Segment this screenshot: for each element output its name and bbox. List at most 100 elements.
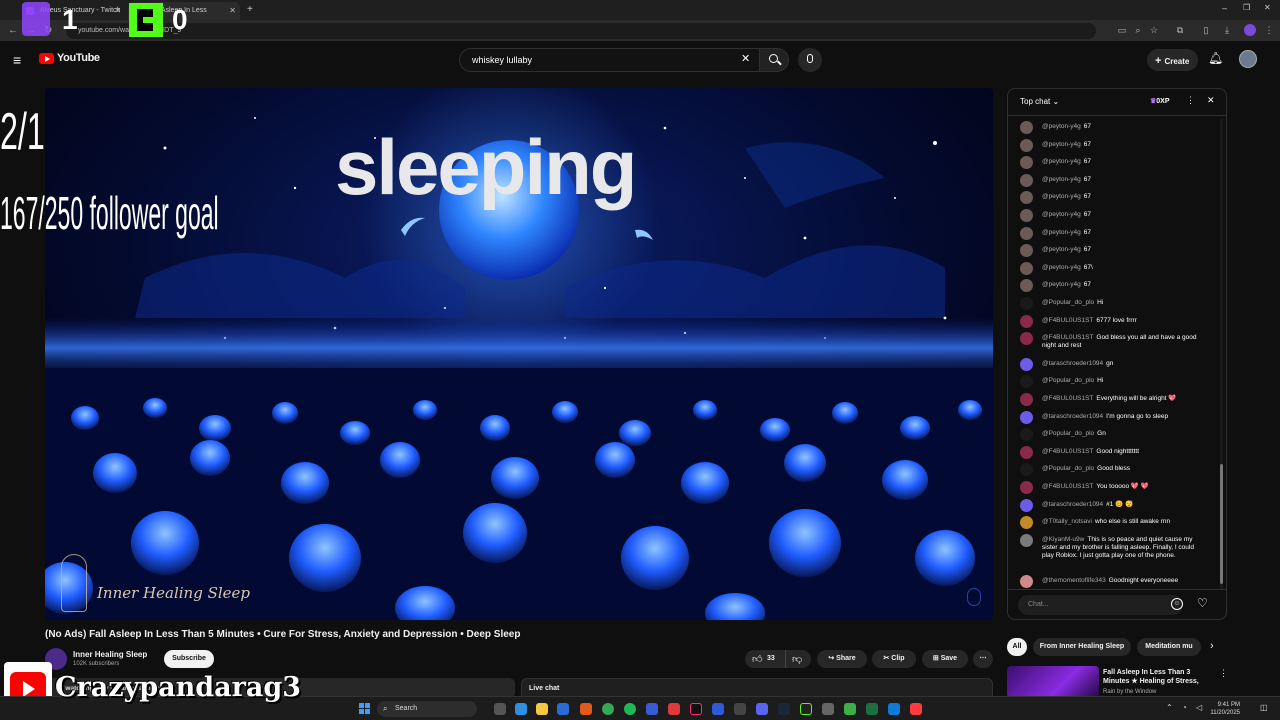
clock[interactable]: 9:41 PM 11/20/2025 — [1210, 701, 1240, 717]
chat-author[interactable]: @peyton-y4g — [1042, 246, 1081, 253]
heart-reaction-icon[interactable]: ♡ — [1197, 596, 1208, 610]
app-icon[interactable] — [580, 703, 592, 715]
chat-author[interactable]: @peyton-y4g — [1042, 193, 1081, 200]
windows-start-icon[interactable] — [359, 703, 370, 714]
chip-meditation[interactable]: Meditation mu — [1137, 638, 1201, 656]
chat-avatar[interactable] — [1020, 191, 1033, 205]
youtube-logo-icon[interactable] — [39, 53, 54, 64]
chip-all[interactable]: All — [1007, 638, 1027, 656]
chat-author[interactable]: @peyton-y4g — [1042, 264, 1081, 271]
chat-author[interactable]: @F4BUL0US1ST — [1042, 334, 1093, 341]
create-button[interactable]: + Create — [1147, 49, 1198, 71]
task-view-icon[interactable] — [494, 703, 506, 715]
chat-author[interactable]: @peyton-y4g — [1042, 158, 1081, 165]
tiktok-icon[interactable] — [690, 703, 702, 715]
store-icon[interactable] — [557, 703, 569, 715]
chat-scroll-thumb[interactable] — [1220, 464, 1223, 584]
chat-author[interactable]: @peyton-y4g — [1042, 123, 1081, 130]
maximize-icon[interactable]: ❐ — [1243, 3, 1250, 12]
chat-author[interactable]: @themomentoflife343 — [1042, 577, 1106, 584]
chat-avatar[interactable] — [1020, 357, 1033, 371]
share-button[interactable]: ↪ Share — [817, 650, 867, 668]
video-player[interactable]: sleeping Inner Healing Sleep — [45, 88, 993, 620]
xbox-icon[interactable] — [866, 703, 878, 715]
profile-avatar[interactable] — [1244, 24, 1256, 36]
chat-avatar[interactable] — [1020, 393, 1033, 406]
volume-icon[interactable]: ◁ — [1196, 703, 1202, 712]
download-icon[interactable]: ⤓ — [1222, 25, 1232, 35]
search-input[interactable]: whiskey lullaby — [459, 48, 760, 72]
edge-icon[interactable] — [515, 703, 527, 715]
app-icon[interactable] — [646, 703, 658, 715]
chat-author[interactable]: @peyton-y4g — [1042, 281, 1081, 288]
spotify-icon[interactable] — [624, 703, 636, 715]
chat-author[interactable]: @Popular_do_plo — [1042, 299, 1094, 306]
wifi-icon[interactable]: ◔ — [1182, 703, 1187, 712]
chip-from-channel[interactable]: From Inner Healing Sleep — [1033, 638, 1131, 656]
chat-avatar[interactable] — [1020, 121, 1033, 134]
like-icon[interactable]: 👍︎ — [752, 653, 762, 665]
clear-search-icon[interactable]: ✕ — [741, 52, 750, 65]
close-chat-icon[interactable]: ✕ — [1207, 95, 1215, 106]
app-icon[interactable] — [712, 703, 724, 715]
chat-author[interactable]: @peyton-y4g — [1042, 229, 1081, 236]
clip-button[interactable]: ✂ Clip — [872, 650, 916, 668]
chat-author[interactable]: @F4BUL0US1ST — [1042, 448, 1093, 455]
zoom-icon[interactable]: ⌕ — [1133, 25, 1143, 35]
chat-author[interactable]: @peyton-y4g — [1042, 211, 1081, 218]
dislike-icon[interactable]: 👎︎ — [792, 653, 802, 665]
app-icon[interactable] — [822, 703, 834, 715]
top-chat-dropdown[interactable]: Top chat ⌄ — [1020, 97, 1059, 106]
chat-author[interactable]: @Popular_do_plo — [1042, 465, 1094, 472]
account-avatar[interactable] — [1239, 50, 1257, 68]
sidebar-icon[interactable]: ▯ — [1201, 25, 1211, 35]
extensions-icon[interactable]: ⧉ — [1175, 25, 1185, 35]
chat-avatar[interactable] — [1020, 516, 1033, 530]
taskbar-search[interactable]: ⌕ Search — [377, 701, 477, 717]
chat-author[interactable]: @Popular_do_plo — [1042, 377, 1094, 384]
browser-menu-icon[interactable]: ⋮ — [1264, 25, 1274, 35]
channel-name[interactable]: Inner Healing Sleep — [73, 650, 147, 659]
minimize-icon[interactable]: – — [1222, 3, 1227, 13]
suggested-thumbnail[interactable] — [1007, 666, 1099, 698]
chat-avatar[interactable] — [1020, 261, 1033, 275]
bookmark-star-icon[interactable]: ☆ — [1149, 25, 1159, 35]
chat-avatar[interactable] — [1020, 428, 1033, 442]
chat-avatar[interactable] — [1020, 575, 1033, 589]
suggested-title[interactable]: Fall Asleep In Less Than 3 Minutes ★ Hea… — [1103, 668, 1215, 686]
app-icon[interactable] — [668, 703, 680, 715]
chat-author[interactable]: @Popular_do_plo — [1042, 430, 1094, 437]
chat-avatar[interactable] — [1020, 498, 1033, 512]
back-icon[interactable]: ← — [8, 25, 18, 36]
app-icon[interactable] — [888, 703, 900, 715]
chat-author[interactable]: @F4BUL0US1ST — [1042, 395, 1093, 402]
chat-author[interactable]: @F4BUL0US1ST — [1042, 317, 1093, 324]
chat-author[interactable]: @peyton-y4g — [1042, 176, 1081, 183]
chat-avatar[interactable] — [1020, 279, 1033, 293]
app-icon[interactable] — [844, 703, 856, 715]
chrome-icon[interactable] — [602, 703, 614, 715]
chat-avatar[interactable] — [1020, 244, 1033, 258]
save-button[interactable]: ⊞ Save — [922, 650, 968, 668]
chat-scrollbar[interactable] — [1220, 119, 1223, 589]
hamburger-menu-icon[interactable]: ≡ — [13, 52, 21, 68]
kick-app-icon[interactable] — [800, 703, 812, 715]
tray-chevron-icon[interactable]: ⌃ — [1166, 703, 1173, 712]
chat-author[interactable]: @peyton-y4g — [1042, 141, 1081, 148]
chat-avatar[interactable] — [1020, 533, 1033, 547]
cast-icon[interactable]: ▭ — [1117, 25, 1127, 35]
chat-avatar[interactable] — [1020, 375, 1033, 389]
chat-avatar[interactable] — [1020, 410, 1033, 424]
chat-avatar[interactable] — [1020, 226, 1033, 240]
chat-author[interactable]: @F4BUL0US1ST — [1042, 483, 1093, 490]
points-badge[interactable]: ♛0XP — [1150, 97, 1170, 105]
chat-avatar[interactable] — [1020, 173, 1033, 187]
file-explorer-icon[interactable] — [536, 703, 548, 715]
close-window-icon[interactable]: ✕ — [1264, 3, 1271, 12]
search-button[interactable] — [759, 48, 789, 72]
suggested-more-icon[interactable]: ⋮ — [1219, 668, 1228, 679]
new-tab-icon[interactable]: + — [247, 4, 253, 15]
emoji-icon[interactable]: ☺ — [1171, 598, 1183, 610]
notifications-bell-icon[interactable]: 🔔︎ — [1208, 51, 1223, 65]
voice-search-button[interactable] — [798, 48, 822, 72]
